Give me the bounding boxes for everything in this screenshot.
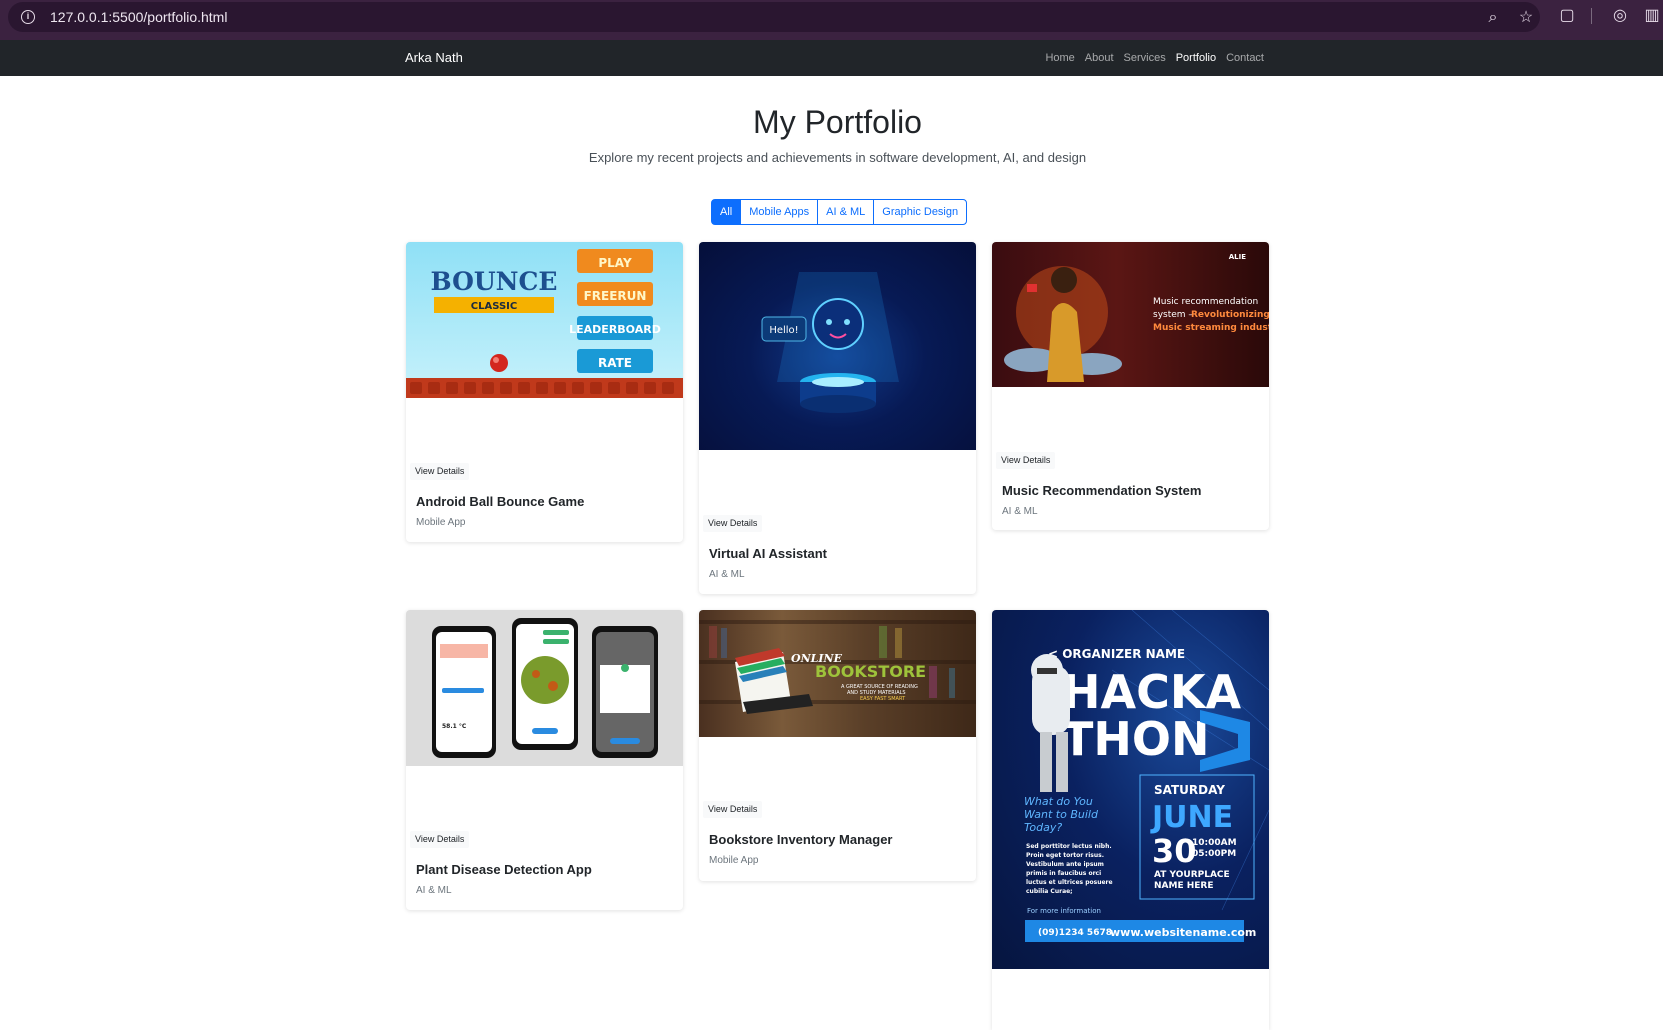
music-brand-text: ALIE	[1229, 253, 1246, 261]
hackathon-question: What do You Want to Build Today?	[1024, 795, 1098, 834]
hackathon-title-line1: HACKA	[1062, 665, 1242, 719]
card-title: Bookstore Inventory Manager	[709, 832, 893, 847]
card-image-ai-assistant: Hello!	[699, 242, 976, 450]
portfolio-card-ai-assistant[interactable]: Hello! View Details Virtual AI Assistant…	[699, 242, 976, 594]
card-title: Music Recommendation System	[1002, 483, 1202, 498]
address-bar[interactable]: i 127.0.0.1:5500/portfolio.html ⌕ ☆	[8, 2, 1540, 32]
filter-all-button[interactable]: All	[711, 199, 742, 225]
card-title: Android Ball Bounce Game	[416, 494, 585, 509]
sidebar-icon[interactable]: ▥	[1642, 6, 1662, 26]
ai-assistant-art: Hello!	[761, 272, 899, 413]
hackathon-time1: 10:00AM	[1192, 838, 1237, 848]
hackathon-day: SATURDAY	[1154, 783, 1225, 797]
music-line1: Music recommendation	[1153, 297, 1258, 307]
nav-links: Home About Services Portfolio Contact	[1045, 52, 1264, 64]
bookstore-art: ONLINE BOOKSTORE A GREAT SOURCE OF READI…	[699, 620, 976, 714]
hackathon-more-info: For more information	[1027, 907, 1101, 915]
bounce-menu-rate: RATE	[598, 356, 632, 370]
extensions-icon[interactable]: ▢	[1557, 6, 1577, 26]
card-image-bounce: BOUNCE CLASSIC PLAY FREERUN LEADERBOARD …	[406, 242, 683, 398]
card-category: AI & ML	[1002, 506, 1038, 517]
bookstore-title-text: BOOKSTORE	[815, 662, 926, 681]
hackathon-title-line2: THON	[1062, 712, 1209, 766]
nav-link-portfolio[interactable]: Portfolio	[1176, 52, 1216, 64]
hackathon-place1: AT YOURPLACE	[1154, 870, 1230, 880]
filter-button-group: All Mobile Apps AI & ML Graphic Design	[711, 199, 968, 225]
portfolio-card-plant[interactable]: 58.1 °C View Details Plant Disease Detec…	[406, 610, 683, 910]
site-navbar: Arka Nath Home About Services Portfolio …	[0, 40, 1663, 76]
card-image-bookstore: ONLINE BOOKSTORE A GREAT SOURCE OF READI…	[699, 610, 976, 737]
bounce-menu-leaderboard: LEADERBOARD	[569, 323, 661, 336]
card-image-plant: 58.1 °C	[406, 610, 683, 766]
ai-bubble-text: Hello!	[769, 325, 798, 336]
hackathon-phone: (09)1234 5678	[1038, 928, 1112, 938]
card-image-music: ALIE Music recommendation system – Revol…	[992, 242, 1269, 387]
card-title: Plant Disease Detection App	[416, 862, 592, 877]
nav-link-contact[interactable]: Contact	[1226, 52, 1264, 64]
hackathon-place2: NAME HERE	[1154, 881, 1214, 891]
portfolio-card-bounce[interactable]: BOUNCE CLASSIC PLAY FREERUN LEADERBOARD …	[406, 242, 683, 542]
card-category: AI & ML	[416, 885, 452, 896]
view-details-button[interactable]: View Details	[410, 463, 470, 480]
portfolio-card-hackathon[interactable]: < ORGANIZER NAME HACKA THON SATURDAY JUN…	[992, 610, 1269, 1030]
nav-link-about[interactable]: About	[1085, 52, 1114, 64]
toolbar-separator	[1591, 8, 1592, 24]
music-line3: Music streaming industry	[1153, 323, 1269, 333]
nav-link-home[interactable]: Home	[1045, 52, 1074, 64]
portfolio-card-music[interactable]: ALIE Music recommendation system – Revol…	[992, 242, 1269, 530]
filter-graphic-design-button[interactable]: Graphic Design	[873, 199, 968, 225]
plant-temp-reading: 58.1 °C	[442, 723, 467, 730]
url-text[interactable]: 127.0.0.1:5500/portfolio.html	[50, 9, 227, 25]
music-line2: system –	[1153, 310, 1193, 320]
plant-app-art: 58.1 °C	[432, 618, 658, 758]
hackathon-month: JUNE	[1150, 800, 1233, 835]
page-title: My Portfolio	[753, 104, 922, 140]
card-category: Mobile App	[709, 855, 759, 866]
hackathon-time2: 05:00PM	[1192, 849, 1236, 859]
screenshot-icon[interactable]: ◎	[1610, 6, 1630, 26]
card-image-hackathon: < ORGANIZER NAME HACKA THON SATURDAY JUN…	[992, 610, 1269, 969]
browser-chrome: i 127.0.0.1:5500/portfolio.html ⌕ ☆ ▢ ◎ …	[0, 0, 1663, 40]
hackathon-website: www.websitename.com	[1110, 926, 1256, 939]
zoom-icon[interactable]: ⌕	[1483, 8, 1503, 28]
view-details-button[interactable]: View Details	[703, 801, 763, 818]
filter-mobile-apps-button[interactable]: Mobile Apps	[740, 199, 819, 225]
bounce-game-art: BOUNCE CLASSIC PLAY FREERUN LEADERBOARD …	[406, 249, 683, 398]
view-details-button[interactable]: View Details	[996, 452, 1056, 469]
card-category: Mobile App	[416, 517, 466, 528]
hackathon-organizer: < ORGANIZER NAME	[1048, 647, 1185, 661]
hackathon-poster-art: < ORGANIZER NAME HACKA THON SATURDAY JUN…	[1024, 610, 1269, 942]
bounce-logo-sub: CLASSIC	[471, 301, 517, 312]
bounce-menu-play: PLAY	[598, 256, 632, 270]
navbar-brand[interactable]: Arka Nath	[405, 50, 463, 65]
filter-ai-ml-button[interactable]: AI & ML	[817, 199, 875, 225]
card-title: Virtual AI Assistant	[709, 546, 827, 561]
star-icon[interactable]: ☆	[1516, 8, 1536, 28]
bounce-menu-freerun: FREERUN	[584, 289, 647, 303]
bounce-logo-text: BOUNCE	[431, 267, 558, 296]
hackathon-date: 30	[1152, 832, 1197, 870]
page-subtitle: Explore my recent projects and achieveme…	[588, 150, 1087, 165]
music-art: ALIE Music recommendation system – Revol…	[1004, 253, 1269, 382]
view-details-button[interactable]: View Details	[703, 515, 763, 532]
music-highlight: Revolutionizing	[1191, 310, 1269, 320]
bookstore-tag3: EASY FAST SMART	[860, 696, 906, 702]
card-category: AI & ML	[709, 569, 745, 580]
hackathon-body: Sed porttitor lectus nibh. Proin eget to…	[1026, 843, 1113, 895]
view-details-button[interactable]: View Details	[410, 831, 470, 848]
portfolio-card-bookstore[interactable]: ONLINE BOOKSTORE A GREAT SOURCE OF READI…	[699, 610, 976, 881]
nav-link-services[interactable]: Services	[1124, 52, 1166, 64]
info-icon[interactable]: i	[21, 10, 35, 24]
